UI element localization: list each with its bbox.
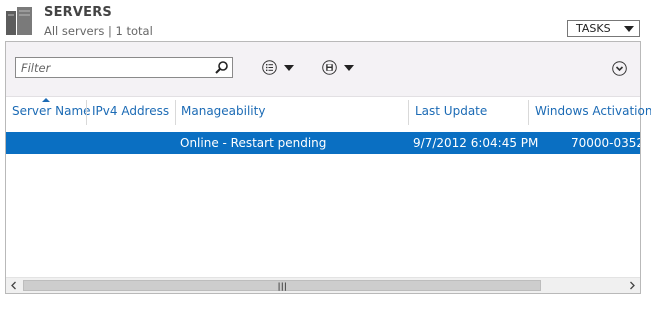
- horizontal-scrollbar[interactable]: ┃┃┃: [6, 277, 640, 293]
- scrollbar-thumb[interactable]: ┃┃┃: [23, 280, 541, 291]
- cell-manageability: Online - Restart pending: [180, 136, 327, 150]
- filter-input[interactable]: Filter: [15, 57, 233, 78]
- list-view-icon: [262, 60, 277, 75]
- server-count: All servers | 1 total: [44, 24, 153, 38]
- column-last-update[interactable]: Last Update: [415, 104, 487, 118]
- column-server-name[interactable]: Server Name: [12, 104, 91, 118]
- tasks-label: TASKS: [576, 22, 611, 35]
- cell-last-update: 9/7/2012 6:04:45 PM: [413, 136, 539, 150]
- chevron-down-icon: [284, 65, 294, 71]
- scroll-left-icon[interactable]: [6, 278, 22, 293]
- toolbar: Filter: [6, 42, 640, 97]
- column-headers: Server Name IPv4 Address Manageability L…: [6, 96, 651, 129]
- dropdown-arrow-icon: [624, 26, 634, 32]
- save-query-icon: [322, 60, 337, 75]
- page-title: SERVERS: [44, 5, 112, 20]
- filter-placeholder: Filter: [21, 61, 51, 75]
- servers-panel: Filter Server Name IPv4 Address Manageab…: [5, 41, 651, 294]
- chevron-down-icon: [344, 65, 354, 71]
- column-windows-activation[interactable]: Windows Activation: [535, 104, 651, 118]
- table-row[interactable]: Online - Restart pending 9/7/2012 6:04:4…: [6, 132, 640, 154]
- chevron-down-icon[interactable]: [612, 61, 627, 76]
- tasks-dropdown[interactable]: TASKS: [567, 20, 640, 37]
- scroll-right-icon[interactable]: [624, 278, 640, 293]
- cell-windows-activation: 70000-03528: [571, 136, 640, 150]
- sort-ascending-icon: [42, 98, 50, 102]
- column-manageability[interactable]: Manageability: [181, 104, 265, 118]
- column-divider[interactable]: [175, 100, 176, 125]
- column-divider[interactable]: [86, 100, 87, 125]
- column-ipv4-address[interactable]: IPv4 Address: [92, 104, 169, 118]
- column-divider[interactable]: [408, 100, 409, 125]
- column-divider[interactable]: [528, 100, 529, 125]
- grip-icon: ┃┃┃: [277, 283, 288, 291]
- server-group-icon: [6, 7, 32, 35]
- search-icon[interactable]: [214, 60, 229, 75]
